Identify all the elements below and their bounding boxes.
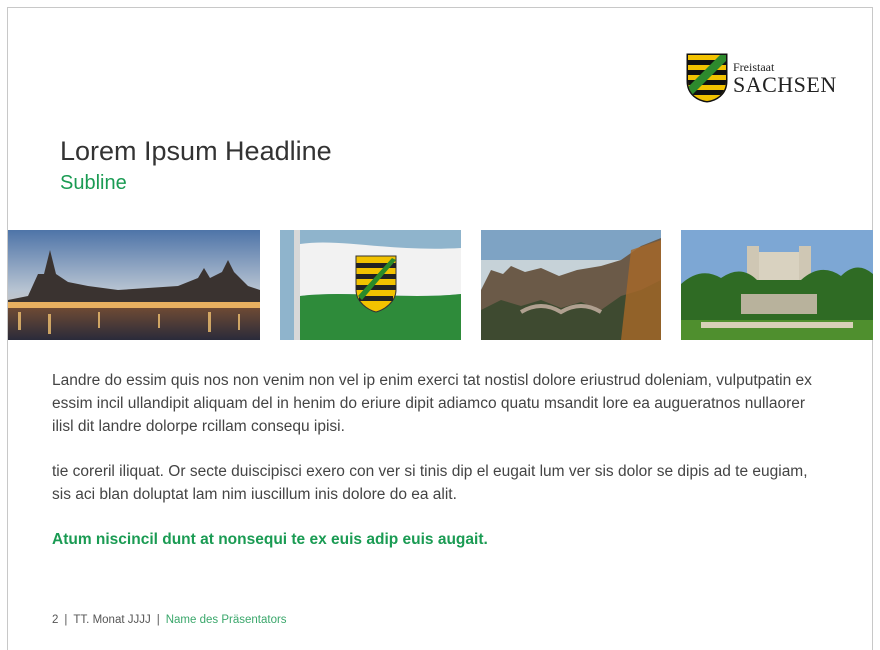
logo-small-text: Freistaat — [733, 59, 775, 74]
subline: Subline — [60, 172, 127, 194]
footer-separator: | — [156, 614, 160, 626]
logo: Freistaat SACHSEN — [686, 53, 846, 103]
bastei-bridge-photo — [481, 230, 661, 340]
saxony-flag-photo — [280, 230, 461, 340]
saxony-coat-of-arms-icon — [686, 53, 728, 103]
logo-big-text: SACHSEN — [733, 71, 837, 97]
footer: 2 | TT. Monat JJJJ | Name des Präsentators — [52, 614, 287, 626]
castle-park-photo — [681, 230, 873, 340]
emphasis-text: Atum niscincil dunt at nonsequi te ex eu… — [52, 531, 488, 548]
page-number: 2 — [52, 614, 59, 626]
paragraph-1: Landre do essim quis nos non venim non v… — [52, 372, 812, 435]
footer-separator: | — [64, 614, 68, 626]
paragraph-2: tie coreril iliquat. Or secte duiscipisc… — [52, 463, 808, 503]
footer-date: TT. Monat JJJJ — [73, 614, 151, 626]
headline: Lorem Ipsum Headline — [60, 136, 332, 166]
dresden-skyline-photo — [8, 230, 260, 340]
presenter-name: Name des Präsentators — [165, 614, 287, 626]
